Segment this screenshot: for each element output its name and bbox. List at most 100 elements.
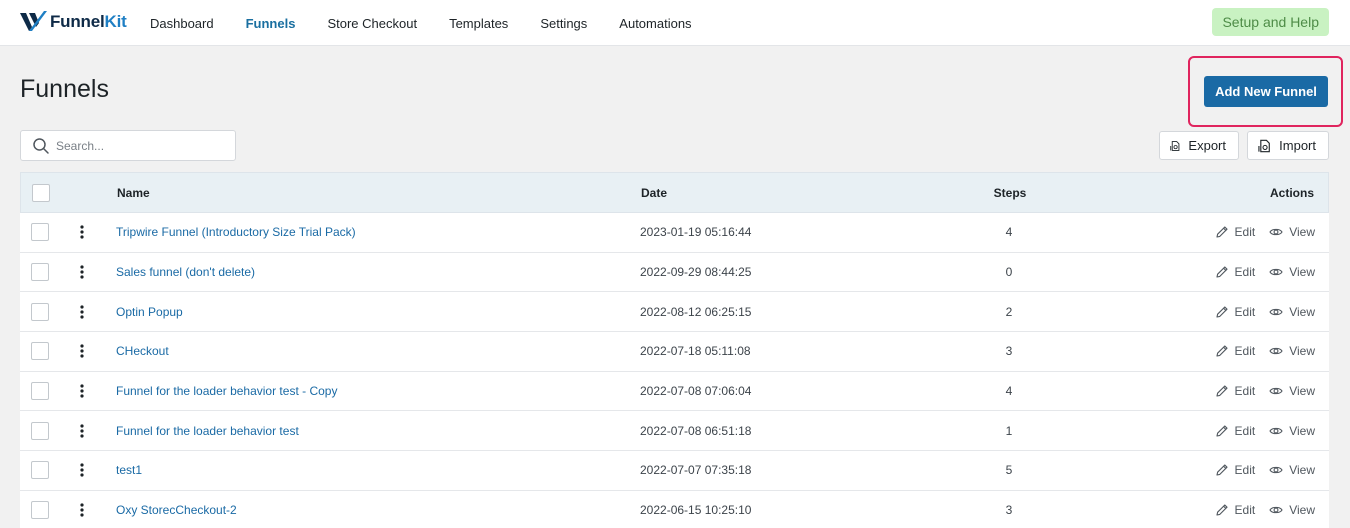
view-button[interactable]: View xyxy=(1269,265,1315,279)
funnel-steps: 5 xyxy=(1005,463,1013,478)
edit-button[interactable]: Edit xyxy=(1215,503,1255,517)
edit-label: Edit xyxy=(1234,344,1256,359)
edit-label: Edit xyxy=(1234,463,1256,478)
row-checkbox[interactable] xyxy=(31,223,49,242)
row-checkbox[interactable] xyxy=(31,263,49,282)
funnel-date: 2022-08-12 06:25:15 xyxy=(640,304,752,319)
edit-button[interactable]: Edit xyxy=(1215,463,1256,478)
row-checkbox-cell xyxy=(31,292,49,331)
view-label: View xyxy=(1289,384,1315,399)
row-checkbox-cell xyxy=(31,491,49,528)
kebab-menu-icon xyxy=(80,344,84,359)
table-row: Funnel for the loader behavior test - Co… xyxy=(20,371,1329,412)
funnel-name-link[interactable]: Optin Popup xyxy=(116,305,183,319)
view-label: View xyxy=(1289,265,1315,280)
funnelkit-logo[interactable]: FunnelKit xyxy=(20,11,127,33)
view-button[interactable]: View xyxy=(1269,503,1315,517)
eye-icon xyxy=(1269,506,1283,514)
funnel-date: 2022-06-15 10:25:10 xyxy=(640,503,752,518)
row-menu-button[interactable] xyxy=(76,253,88,292)
nav-dashboard[interactable]: Dashboard xyxy=(150,16,214,31)
row-actions: Edit View xyxy=(1201,292,1315,331)
eye-icon xyxy=(1269,268,1283,276)
row-actions: Edit View xyxy=(1201,372,1315,411)
row-checkbox-cell xyxy=(31,372,49,411)
nav-templates[interactable]: Templates xyxy=(449,16,508,31)
edit-button[interactable]: Edit xyxy=(1215,424,1255,438)
table-body: Tripwire Funnel (Introductory Size Trial… xyxy=(20,213,1329,528)
row-menu-button[interactable] xyxy=(76,372,88,411)
row-checkbox[interactable] xyxy=(31,421,49,440)
funnel-steps: 3 xyxy=(1005,344,1013,359)
row-checkbox[interactable] xyxy=(31,461,49,480)
import-label: Import xyxy=(1279,138,1316,153)
view-label: View xyxy=(1289,463,1315,478)
search-input[interactable] xyxy=(56,138,226,153)
funnel-date: 2023-01-19 05:16:44 xyxy=(640,225,752,240)
row-menu-button[interactable] xyxy=(76,292,88,331)
view-button[interactable]: View xyxy=(1269,344,1315,358)
edit-button[interactable]: Edit xyxy=(1215,384,1255,398)
funnel-name-link[interactable]: Tripwire Funnel (Introductory Size Trial… xyxy=(116,225,356,239)
kebab-menu-icon xyxy=(80,305,84,319)
row-menu-button[interactable] xyxy=(76,411,88,450)
import-button[interactable]: Import xyxy=(1247,131,1329,160)
nav-settings[interactable]: Settings xyxy=(540,16,587,31)
funnel-name-link[interactable]: Oxy StorecCheckout-2 xyxy=(116,503,237,517)
funnel-steps: 1 xyxy=(1005,423,1013,438)
view-label: View xyxy=(1289,225,1315,240)
header-steps: Steps xyxy=(993,185,1027,200)
eye-icon xyxy=(1269,308,1283,315)
funnel-name-link[interactable]: test1 xyxy=(116,463,142,477)
brand-name-suffix: Kit xyxy=(104,12,127,31)
funnel-steps: 4 xyxy=(1005,384,1013,399)
view-button[interactable]: View xyxy=(1269,424,1315,438)
edit-button[interactable]: Edit xyxy=(1215,304,1256,319)
edit-button[interactable]: Edit xyxy=(1215,344,1256,359)
header-checkbox-cell xyxy=(32,173,50,212)
edit-label: Edit xyxy=(1234,265,1256,280)
funnel-date: 2022-07-07 07:35:18 xyxy=(640,463,752,478)
row-menu-button[interactable] xyxy=(76,213,88,252)
funnel-name-link[interactable]: Funnel for the loader behavior test - Co… xyxy=(116,384,337,398)
nav-funnels[interactable]: Funnels xyxy=(246,16,296,31)
pencil-icon xyxy=(1215,306,1228,318)
row-menu-button[interactable] xyxy=(76,451,88,490)
row-checkbox[interactable] xyxy=(31,501,49,520)
row-checkbox[interactable] xyxy=(31,342,49,361)
view-button[interactable]: View xyxy=(1269,384,1315,398)
funnel-date: 2022-09-29 08:44:25 xyxy=(640,265,752,280)
funnel-name-link[interactable]: CHeckout xyxy=(116,344,169,358)
eye-icon xyxy=(1269,467,1283,474)
export-button[interactable]: Export xyxy=(1159,131,1239,160)
row-checkbox[interactable] xyxy=(31,382,49,401)
nav-automations[interactable]: Automations xyxy=(619,16,691,31)
search-icon xyxy=(33,137,49,154)
edit-label: Edit xyxy=(1234,304,1256,319)
pencil-icon xyxy=(1215,464,1228,477)
view-button[interactable]: View xyxy=(1269,463,1315,477)
top-navigation-bar: FunnelKit Dashboard Funnels Store Checko… xyxy=(0,0,1350,46)
add-new-funnel-button[interactable]: Add New Funnel xyxy=(1204,76,1328,107)
pencil-icon xyxy=(1215,385,1228,397)
funnel-name-link[interactable]: Funnel for the loader behavior test xyxy=(116,424,299,438)
funnel-date: 2022-07-18 05:11:08 xyxy=(640,344,751,359)
pencil-icon xyxy=(1215,504,1228,516)
table-row: Sales funnel (don't delete) 2022-09-29 0… xyxy=(20,252,1329,293)
row-checkbox[interactable] xyxy=(31,302,49,321)
row-menu-button[interactable] xyxy=(76,491,88,528)
view-button[interactable]: View xyxy=(1269,225,1315,239)
row-menu-button[interactable] xyxy=(76,332,88,371)
brand-name-prefix: Funnel xyxy=(50,12,105,31)
edit-button[interactable]: Edit xyxy=(1215,265,1256,280)
main-nav: Dashboard Funnels Store Checkout Templat… xyxy=(150,0,724,46)
view-button[interactable]: View xyxy=(1269,305,1315,319)
funnel-date: 2022-07-08 06:51:18 xyxy=(640,423,752,438)
kebab-menu-icon xyxy=(80,424,84,438)
setup-and-help-button[interactable]: Setup and Help xyxy=(1212,8,1329,36)
nav-store-checkout[interactable]: Store Checkout xyxy=(327,16,417,31)
select-all-checkbox[interactable] xyxy=(32,183,50,202)
kebab-menu-icon xyxy=(80,265,84,279)
funnel-name-link[interactable]: Sales funnel (don't delete) xyxy=(116,265,255,279)
edit-button[interactable]: Edit xyxy=(1215,225,1255,239)
